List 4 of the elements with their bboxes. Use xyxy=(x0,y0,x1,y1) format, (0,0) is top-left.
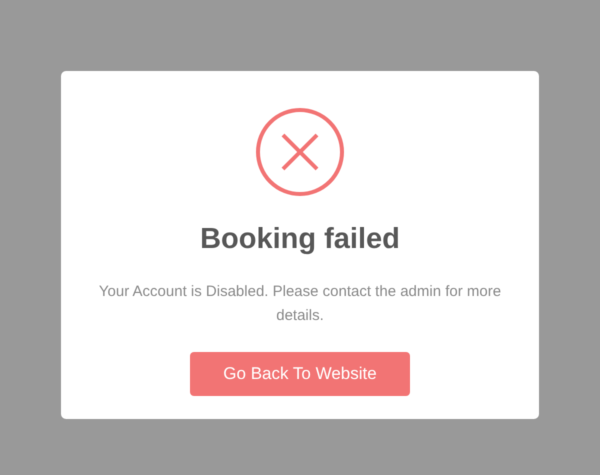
dialog-title: Booking failed xyxy=(200,223,400,256)
error-x-icon xyxy=(255,107,345,197)
dialog-message: Your Account is Disabled. Please contact the admin for more details. xyxy=(98,282,502,326)
go-back-button[interactable]: Go Back To Website xyxy=(190,352,410,396)
